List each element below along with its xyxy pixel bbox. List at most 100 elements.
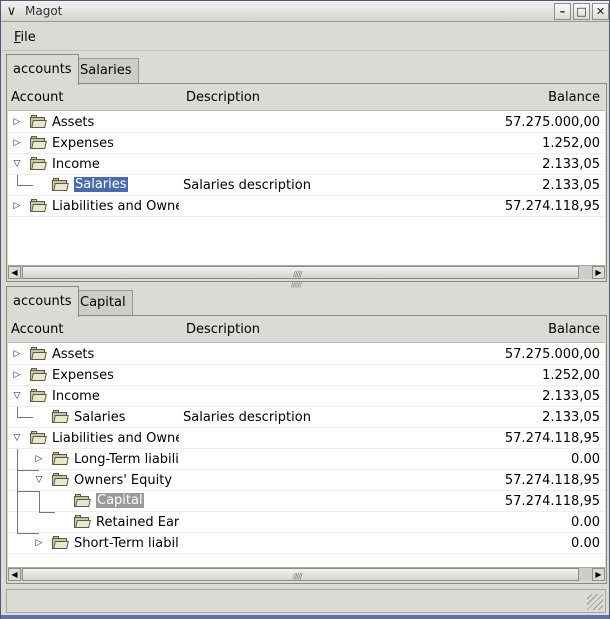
folder-open-icon <box>30 115 47 128</box>
bottom-scroll-thumb[interactable]: ///// <box>22 568 579 581</box>
account-balance: 1.252,00 <box>542 136 600 151</box>
column-header-account[interactable]: Account <box>11 322 64 337</box>
column-header-balance[interactable]: Balance <box>548 322 600 337</box>
scroll-right-icon[interactable]: ▶ <box>592 568 605 581</box>
folder-front-part <box>53 541 69 549</box>
table-row[interactable]: ▷ Long-Term liabilitie 0.00 <box>8 449 605 470</box>
tab-top-accounts[interactable]: accounts <box>6 54 79 85</box>
folder-front-part <box>75 499 91 507</box>
folder-open-icon <box>30 157 47 170</box>
account-balance: 1.252,00 <box>542 368 600 383</box>
table-row[interactable]: ▷ Assets 57.275.000,00 <box>8 112 605 133</box>
account-name: Income <box>52 157 100 172</box>
account-balance: 57.274.118,95 <box>504 431 600 446</box>
triangle-down-icon[interactable]: ▽ <box>12 391 22 401</box>
table-row[interactable]: ▽ Liabilities and Owners' 57.274.118,95 <box>8 428 605 449</box>
table-row[interactable]: Salaries Salaries description 2.133,05 <box>8 407 605 428</box>
folder-open-icon <box>30 368 47 381</box>
triangle-down-icon[interactable]: ▽ <box>12 159 22 169</box>
triangle-down-icon[interactable]: ▽ <box>34 475 44 485</box>
triangle-right-icon[interactable]: ▷ <box>12 370 22 380</box>
account-name: Assets <box>52 115 95 130</box>
bottom-horizontal-scrollbar[interactable]: ◀ ///// ▶ <box>8 567 605 581</box>
tab-top-salaries[interactable]: Salaries <box>73 58 139 84</box>
column-header-description[interactable]: Description <box>186 90 260 105</box>
column-header-account[interactable]: Account <box>11 90 64 105</box>
folder-open-icon <box>74 494 91 507</box>
triangle-right-icon[interactable]: ▷ <box>34 454 44 464</box>
scroll-right-icon[interactable]: ▶ <box>592 266 605 279</box>
folder-open-icon <box>30 431 47 444</box>
table-row[interactable]: ▷ Expenses 1.252,00 <box>8 365 605 386</box>
account-balance: 0.00 <box>571 515 600 530</box>
table-row[interactable]: ▽ Income 2.133,05 <box>8 386 605 407</box>
account-name: Expenses <box>52 136 114 151</box>
account-name: Income <box>52 389 100 404</box>
folder-open-icon <box>30 136 47 149</box>
folder-front-part <box>75 520 91 528</box>
account-balance: 57.275.000,00 <box>504 347 600 362</box>
bottom-tree-header: Account Description Balance <box>8 317 605 343</box>
table-row[interactable]: ▽ Income 2.133,05 <box>8 154 605 175</box>
menu-file[interactable]: File <box>14 30 36 45</box>
tree-guide-line <box>17 470 39 471</box>
folder-open-icon <box>74 515 91 528</box>
table-row[interactable]: ▷ Assets 57.275.000,00 <box>8 344 605 365</box>
maximize-icon[interactable]: □ <box>573 3 590 20</box>
triangle-right-icon[interactable]: ▷ <box>12 349 22 359</box>
tab-bottom-capital[interactable]: Capital <box>73 290 133 316</box>
bottom-account-tree[interactable]: Account Description Balance ▷ Assets 57.27… <box>8 317 605 567</box>
table-row[interactable]: Retained Earnings 0.00 <box>8 512 605 533</box>
top-tree-header: Account Description Balance <box>8 85 605 111</box>
triangle-right-icon[interactable]: ▷ <box>34 538 44 548</box>
triangle-down-icon[interactable]: ▽ <box>12 433 22 443</box>
top-account-tree[interactable]: Account Description Balance ▷ Assets 57.27… <box>8 85 605 265</box>
triangle-right-icon[interactable]: ▷ <box>12 138 22 148</box>
table-row[interactable]: ▷ Expenses 1.252,00 <box>8 133 605 154</box>
account-name: Capital <box>95 492 145 509</box>
triangle-right-icon[interactable]: ▷ <box>12 201 22 211</box>
account-name: Liabilities and Owners' <box>52 199 179 214</box>
bottom-tab-panel: Account Description Balance ▷ Assets 57.27… <box>6 315 607 584</box>
account-name: Salaries <box>73 176 129 193</box>
account-name: Assets <box>52 347 95 362</box>
scroll-left-icon[interactable]: ◀ <box>8 266 21 279</box>
scroll-left-icon[interactable]: ◀ <box>8 568 21 581</box>
folder-front-part <box>31 141 47 149</box>
title-bar[interactable]: ∨ Magot – □ ✕ <box>1 1 609 22</box>
account-name: Long-Term liabilitie <box>74 452 179 467</box>
account-name: Liabilities and Owners' <box>52 431 179 446</box>
grip-icon: ///// <box>293 572 303 581</box>
folder-front-part <box>31 394 47 402</box>
resize-grip-icon[interactable] <box>587 594 603 610</box>
triangle-right-icon[interactable]: ▷ <box>12 117 22 127</box>
account-name: Expenses <box>52 368 114 383</box>
grip-icon: ///// <box>293 270 303 279</box>
tree-guide-line <box>17 491 39 492</box>
column-header-description[interactable]: Description <box>186 322 260 337</box>
folder-front-part <box>31 162 47 170</box>
folder-front-part <box>31 120 47 128</box>
top-horizontal-scrollbar[interactable]: ◀ ///// ▶ <box>8 265 605 279</box>
folder-open-icon <box>52 536 69 549</box>
table-row[interactable]: ▷ Short-Term liabilitie 0.00 <box>8 533 605 554</box>
folder-open-icon <box>52 452 69 465</box>
bottom-notebook: accounts Capital Account Description Bal… <box>6 286 607 586</box>
top-scroll-thumb[interactable]: ///// <box>22 266 579 279</box>
folder-front-part <box>31 204 47 212</box>
tab-bottom-accounts[interactable]: accounts <box>6 286 79 317</box>
account-balance: 57.275.000,00 <box>504 115 600 130</box>
chevron-down-icon[interactable]: ∨ <box>3 3 20 20</box>
folder-front-part <box>31 373 47 381</box>
column-header-balance[interactable]: Balance <box>548 90 600 105</box>
account-name: Short-Term liabilitie <box>74 536 179 551</box>
account-description: Salaries description <box>183 410 311 425</box>
table-row[interactable]: ▷ Liabilities and Owners' 57.274.118,95 <box>8 196 605 217</box>
table-row[interactable]: Salaries Salaries description 2.133,05 <box>8 175 605 196</box>
menu-file-rest: ile <box>20 30 36 45</box>
table-row[interactable]: ▽ Owners' Equity 57.274.118,95 <box>8 470 605 491</box>
close-icon[interactable]: ✕ <box>592 3 609 20</box>
table-row[interactable]: Capital 57.274.118,95 <box>8 491 605 512</box>
folder-open-icon <box>52 410 69 423</box>
minimize-icon[interactable]: – <box>554 3 571 20</box>
